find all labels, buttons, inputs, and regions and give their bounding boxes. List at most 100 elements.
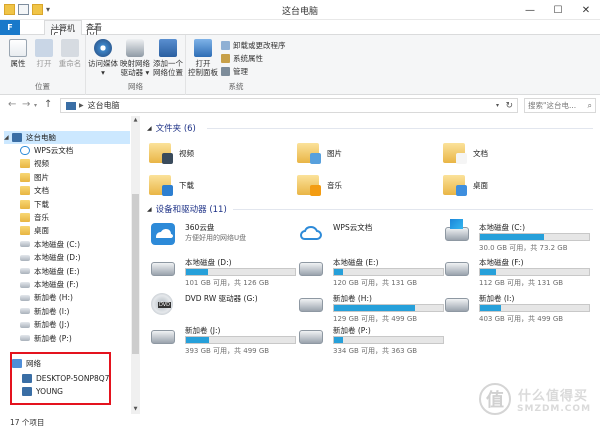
manage-button[interactable]: 管理 xyxy=(221,65,248,77)
folders-section-header[interactable]: ◢ 文件夹 (6) xyxy=(147,122,196,134)
ribbon: 属性 打开 重命名 位置 访问媒体 ▾ 映射网络 驱动器 ▾ 添加一个 网络位置… xyxy=(0,35,600,95)
drive-name: 本地磁盘 (D:) xyxy=(185,258,232,267)
drive-tile[interactable]: 新加卷 (P:) 334 GB 可用，共 363 GB xyxy=(295,322,444,356)
nav-item[interactable]: 文档 xyxy=(20,184,49,197)
add-network-location-button[interactable]: 添加一个 网络位置 xyxy=(152,39,184,77)
refresh-icon[interactable]: ↻ xyxy=(505,101,513,111)
address-field[interactable]: ▶ 这台电脑 ▾ ↻ xyxy=(60,98,518,113)
nav-item[interactable]: WPS云文档 xyxy=(20,144,73,157)
uninstall-button[interactable]: 卸载或更改程序 xyxy=(221,39,286,51)
up-icon[interactable]: ↑ xyxy=(44,99,52,110)
manage-icon xyxy=(221,66,230,76)
address-dropdown-icon[interactable]: ▾ xyxy=(496,102,499,109)
folder-overlay-icon xyxy=(162,185,173,196)
rename-button[interactable]: 重命名 xyxy=(57,39,83,68)
tab-computer[interactable]: 计算机 xyxy=(44,20,82,35)
chevron-down-icon[interactable]: ▾ xyxy=(34,102,37,109)
scroll-down-icon[interactable]: ▼ xyxy=(131,405,140,414)
folder-icon xyxy=(20,213,30,222)
drive-name: 新加卷 (J:) xyxy=(185,326,221,335)
folder-label: 文档 xyxy=(473,148,488,158)
drive-tile[interactable]: 本地磁盘 (F:) 112 GB 可用，共 131 GB xyxy=(441,254,590,288)
drive-tile[interactable]: 新加卷 (H:) 129 GB 可用，共 499 GB xyxy=(295,290,444,324)
devices-section-header[interactable]: ◢ 设备和驱动器 (11) xyxy=(147,203,227,215)
nav-item[interactable]: 下载 xyxy=(20,198,49,211)
map-drive-label-2: 驱动器 ▾ xyxy=(120,68,150,77)
back-icon[interactable]: ← xyxy=(8,99,16,110)
drive-free-space: 101 GB 可用，共 126 GB xyxy=(185,279,270,287)
drive-tile[interactable]: 新加卷 (J:) 393 GB 可用，共 499 GB xyxy=(147,322,296,356)
scroll-thumb[interactable] xyxy=(132,194,139,354)
folder-tile[interactable]: 文档 xyxy=(443,138,488,168)
drive-tile[interactable]: DVD DVD RW 驱动器 (G:) xyxy=(147,290,287,324)
system-properties-label: 系统属性 xyxy=(233,53,263,63)
scroll-up-icon[interactable]: ▲ xyxy=(131,116,140,125)
nav-this-pc[interactable]: ◢ 这台电脑 xyxy=(4,131,130,144)
nav-item-label: 音乐 xyxy=(34,213,49,222)
map-network-drive-button[interactable]: 映射网络 驱动器 ▾ xyxy=(119,39,151,77)
drive-tile[interactable]: 本地磁盘 (E:) 120 GB 可用，共 131 GB xyxy=(295,254,444,288)
nav-item[interactable]: 图片 xyxy=(20,171,49,184)
nav-item[interactable]: 本地磁盘 (C:) xyxy=(20,238,80,251)
drive-tile[interactable]: 本地磁盘 (D:) 101 GB 可用，共 126 GB xyxy=(147,254,296,288)
collapse-icon[interactable]: ◢ xyxy=(147,125,152,132)
drive-icon xyxy=(445,262,469,276)
tab-file[interactable]: F xyxy=(0,20,20,35)
nav-scrollbar[interactable]: ▲ ▼ xyxy=(131,116,140,414)
folders-header-label: 文件夹 (6) xyxy=(155,124,196,134)
nav-item[interactable]: 新加卷 (J:) xyxy=(20,318,69,331)
folder-icon xyxy=(20,226,30,236)
open-control-panel-button[interactable]: 打开 控制面板 xyxy=(188,39,218,77)
folder-label: 视频 xyxy=(179,148,194,158)
expand-caret-icon[interactable]: ◢ xyxy=(4,134,11,141)
open-label: 打开 xyxy=(36,59,52,68)
nav-item[interactable]: 新加卷 (I:) xyxy=(20,305,69,318)
folder-tile[interactable]: 下载 xyxy=(149,170,194,200)
search-placeholder: 搜索"这台电... xyxy=(528,101,577,110)
maximize-button[interactable]: ☐ xyxy=(544,0,572,20)
system-properties-button[interactable]: 系统属性 xyxy=(221,52,263,64)
properties-button[interactable]: 属性 xyxy=(6,39,30,68)
drive-free-space: 393 GB 可用，共 499 GB xyxy=(185,347,270,355)
ribbon-group-location: 属性 打开 重命名 位置 xyxy=(0,35,86,95)
drive-icon xyxy=(20,268,30,275)
collapse-icon[interactable]: ◢ xyxy=(147,206,152,213)
drive-usage-bar xyxy=(333,336,444,344)
nav-item-label: 本地磁盘 (E:) xyxy=(34,266,80,276)
highlight-annotation-box xyxy=(10,352,111,405)
drive-tile[interactable]: WPS云文档 xyxy=(295,219,435,253)
open-button[interactable]: 打开 xyxy=(33,39,55,68)
folder-icon xyxy=(20,159,30,169)
nav-item[interactable]: 本地磁盘 (E:) xyxy=(20,265,80,278)
drive-tile[interactable]: 新加卷 (I:) 403 GB 可用，共 499 GB xyxy=(441,290,590,324)
content-pane[interactable]: ◢ 文件夹 (6) 视频 图片 文档下载 音乐 桌面 ◢ 设备和驱动器 (11) 360… xyxy=(141,116,600,414)
access-media-button[interactable]: 访问媒体 ▾ xyxy=(88,39,118,77)
drive-name: 新加卷 (H:) xyxy=(333,294,372,303)
rename-label: 重命名 xyxy=(58,59,82,68)
control-panel-label-2: 控制面板 xyxy=(188,68,218,77)
drive-name: 本地磁盘 (E:) xyxy=(333,258,379,267)
nav-item[interactable]: 本地磁盘 (D:) xyxy=(20,251,81,264)
folder-tile[interactable]: 音乐 xyxy=(297,170,342,200)
nav-item[interactable]: 新加卷 (H:) xyxy=(20,291,73,304)
drive-icon xyxy=(299,262,323,276)
folder-overlay-icon xyxy=(456,153,467,164)
search-input[interactable]: 搜索"这台电... ⌕ xyxy=(524,98,596,113)
folder-tile[interactable]: 视频 xyxy=(149,138,194,168)
drive-usage-fill xyxy=(480,269,497,275)
nav-item[interactable]: 视频 xyxy=(20,157,49,170)
nav-item[interactable]: 本地磁盘 (F:) xyxy=(20,278,79,291)
forward-icon[interactable]: → xyxy=(22,99,30,110)
chevron-right-icon[interactable]: ▶ xyxy=(79,102,84,109)
folder-tile[interactable]: 图片 xyxy=(297,138,342,168)
close-button[interactable]: ✕ xyxy=(572,0,600,20)
minimize-button[interactable]: — xyxy=(516,0,544,20)
nav-item[interactable]: 新加卷 (P:) xyxy=(20,332,72,345)
folder-tile[interactable]: 桌面 xyxy=(443,170,488,200)
drive-tile[interactable]: 本地磁盘 (C:) 30.0 GB 可用，共 73.2 GB xyxy=(441,219,590,253)
nav-item[interactable]: 音乐 xyxy=(20,211,49,224)
drive-tile[interactable]: 360云盘 方便好用的网络U盘 xyxy=(147,219,287,253)
nav-item[interactable]: 桌面 xyxy=(20,224,49,237)
drive-usage-fill xyxy=(334,305,415,311)
network-group-label: 网络 xyxy=(128,82,143,91)
